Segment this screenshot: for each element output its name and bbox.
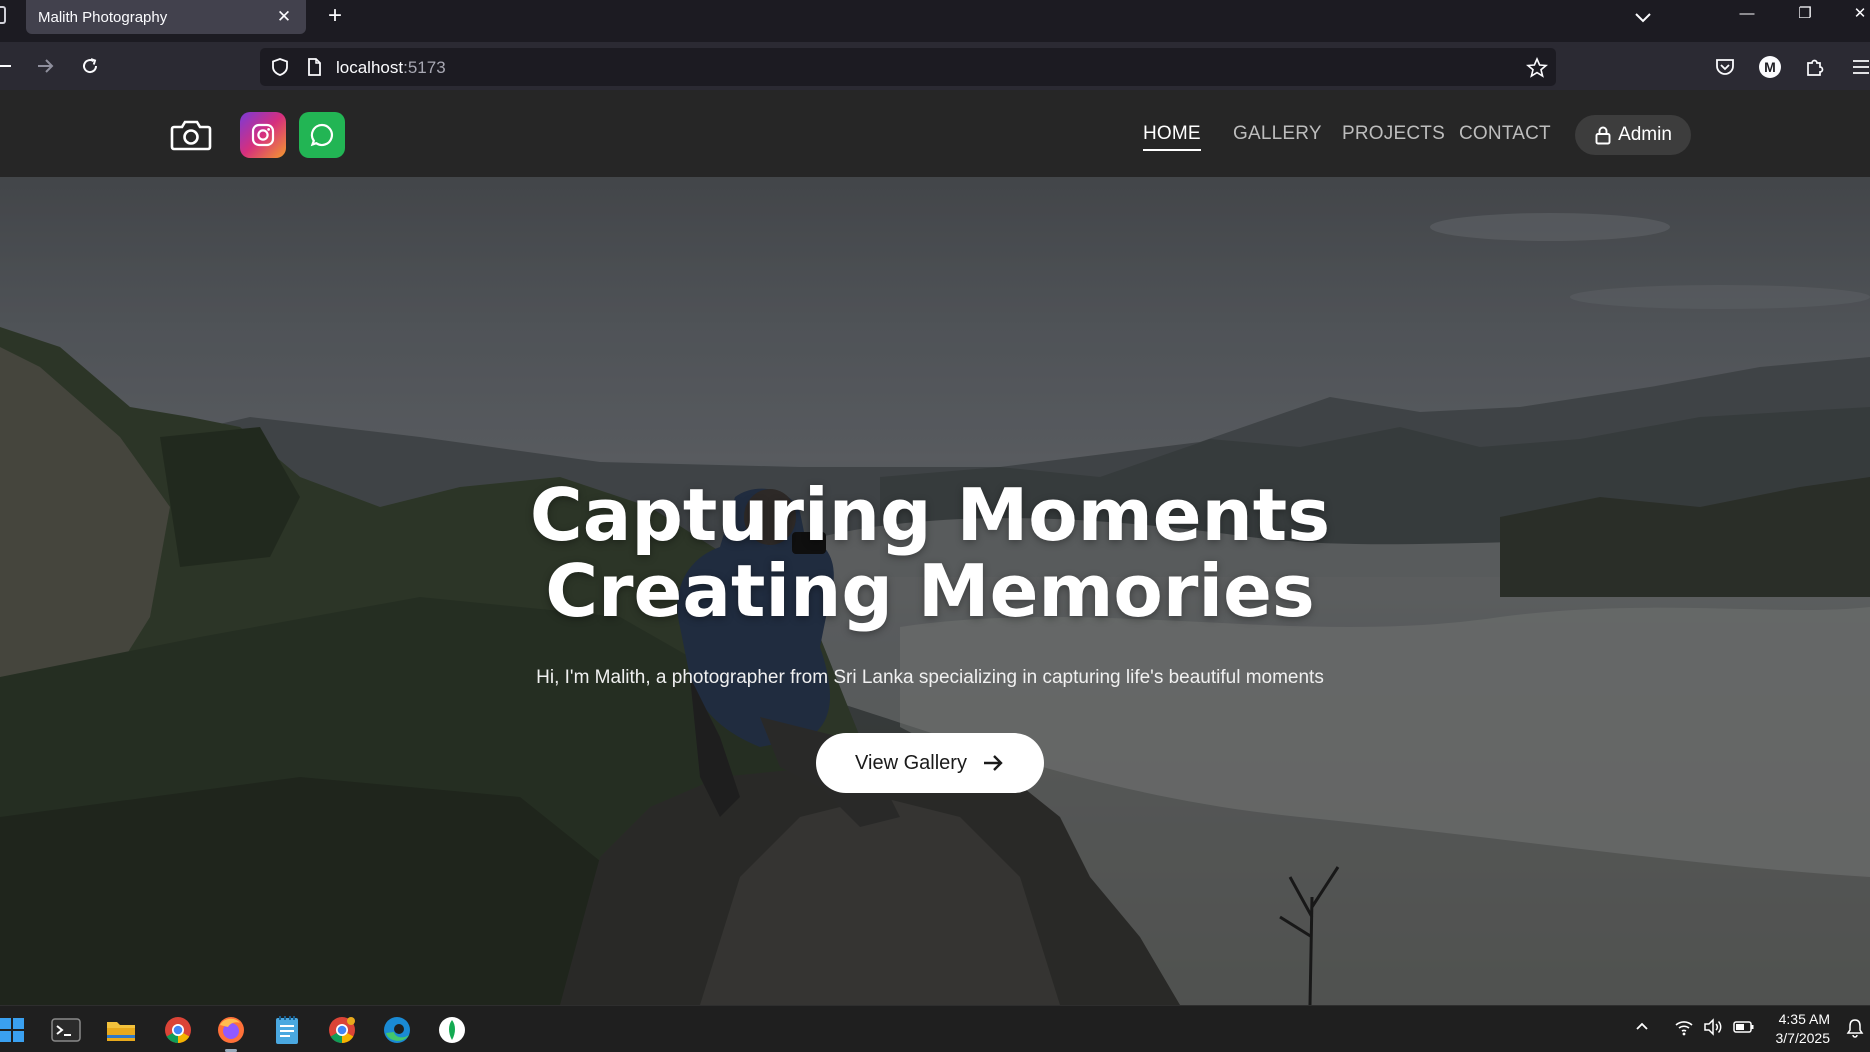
nav-gallery[interactable]: GALLERY [1233, 123, 1322, 145]
battery-icon [1733, 1021, 1754, 1033]
terminal-app[interactable] [50, 1014, 82, 1046]
notifications-button[interactable] [1846, 1018, 1864, 1041]
chevron-down-icon [1635, 13, 1651, 23]
lock-icon [1595, 126, 1611, 145]
notification-bell-icon [1846, 1019, 1864, 1038]
chrome-icon [329, 1017, 355, 1044]
view-gallery-button[interactable]: View Gallery [816, 733, 1044, 793]
hero-subtitle: Hi, I'm Malith, a photographer from Sri … [536, 667, 1324, 688]
pocket-button[interactable] [1710, 52, 1740, 82]
start-icon [0, 1018, 24, 1042]
minimize-window-button[interactable]: — [1722, 0, 1772, 30]
account-button[interactable]: M [1755, 52, 1785, 82]
list-all-tabs-button[interactable] [1630, 4, 1656, 30]
close-window-button[interactable]: ✕ [1835, 0, 1870, 30]
firefox-icon [218, 1017, 244, 1043]
page-icon[interactable] [304, 57, 324, 77]
url-text: localhost:5173 [336, 58, 446, 78]
camera-icon[interactable] [170, 118, 212, 152]
nav-home[interactable]: HOME [1143, 123, 1201, 151]
arrow-right-icon [38, 59, 54, 73]
shield-icon[interactable] [270, 57, 290, 77]
url-bar[interactable]: localhost:5173 [260, 48, 1556, 86]
pocket-icon [1716, 59, 1734, 75]
hero-title: Capturing Moments Creating Memories [0, 477, 1860, 629]
profile-avatar: M [1759, 56, 1781, 78]
back-button[interactable] [0, 52, 20, 80]
previous-tab-edge[interactable] [0, 6, 6, 24]
website-viewport: HOME GALLERY PROJECTS CONTACT Admin Capt… [0, 90, 1870, 1005]
extensions-button[interactable] [1800, 52, 1830, 82]
chrome-app[interactable] [162, 1014, 194, 1046]
url-port: :5173 [403, 58, 446, 77]
edge-app[interactable] [381, 1014, 413, 1046]
firefox-app[interactable] [215, 1014, 247, 1052]
system-clock[interactable]: 4:35 AM 3/7/2025 [1764, 1010, 1831, 1048]
network-button[interactable] [1674, 1018, 1694, 1039]
admin-button[interactable]: Admin [1575, 115, 1691, 155]
edge-icon [384, 1017, 410, 1043]
show-hidden-icons-button[interactable] [1634, 1018, 1650, 1037]
speaker-icon [1704, 1018, 1722, 1036]
wifi-icon [1675, 1021, 1693, 1036]
nav-projects[interactable]: PROJECTS [1342, 123, 1445, 145]
mongodb-compass-icon [439, 1017, 465, 1043]
notepad-app[interactable] [271, 1014, 303, 1046]
new-tab-button[interactable]: + [320, 2, 350, 30]
battery-button[interactable] [1733, 1018, 1755, 1039]
nav-contact[interactable]: CONTACT [1459, 123, 1551, 145]
chrome-icon [165, 1017, 191, 1044]
hero-title-line2: Creating Memories [545, 549, 1315, 633]
windows-taskbar: 4:35 AM 3/7/2025 [0, 1005, 1870, 1052]
browser-tab-strip: Malith Photography ✕ + — ❐ ✕ [0, 0, 1870, 42]
url-host: localhost [336, 58, 404, 77]
app-menu-button[interactable] [1846, 52, 1870, 82]
clock-date: 3/7/2025 [1775, 1030, 1831, 1046]
notepad-icon [276, 1016, 298, 1044]
bookmark-star-icon[interactable] [1526, 57, 1548, 79]
whatsapp-icon [310, 123, 333, 147]
close-tab-icon[interactable]: ✕ [274, 7, 294, 27]
hero-section: Capturing Moments Creating Memories Hi, … [0, 177, 1870, 1005]
admin-button-label: Admin [1618, 124, 1672, 145]
view-gallery-label: View Gallery [855, 751, 967, 774]
tab-title: Malith Photography [38, 8, 168, 26]
start-button[interactable] [0, 1014, 28, 1046]
site-header: HOME GALLERY PROJECTS CONTACT Admin [0, 90, 1870, 177]
chrome-app-2[interactable] [326, 1014, 358, 1046]
puzzle-icon [1807, 59, 1824, 76]
reload-icon [83, 58, 98, 74]
arrow-right-icon [983, 755, 1003, 771]
hero-title-line1: Capturing Moments [529, 473, 1331, 557]
file-explorer-icon [107, 1022, 135, 1041]
restore-window-button[interactable]: ❐ [1780, 0, 1830, 30]
forward-button[interactable] [28, 52, 62, 80]
clock-time: 4:35 AM [1778, 1011, 1830, 1027]
instagram-icon [251, 123, 275, 147]
file-explorer-app[interactable] [105, 1014, 137, 1046]
chevron-up-icon [1636, 1022, 1648, 1030]
whatsapp-link[interactable] [299, 112, 345, 158]
browser-tab[interactable]: Malith Photography ✕ [26, 0, 306, 34]
volume-button[interactable] [1703, 1018, 1723, 1039]
mongodb-compass-app[interactable] [436, 1014, 468, 1046]
hamburger-menu-icon [1853, 60, 1869, 74]
instagram-link[interactable] [240, 112, 286, 158]
reload-button[interactable] [73, 52, 107, 80]
arrow-left-icon [0, 65, 11, 67]
terminal-icon [51, 1018, 81, 1042]
